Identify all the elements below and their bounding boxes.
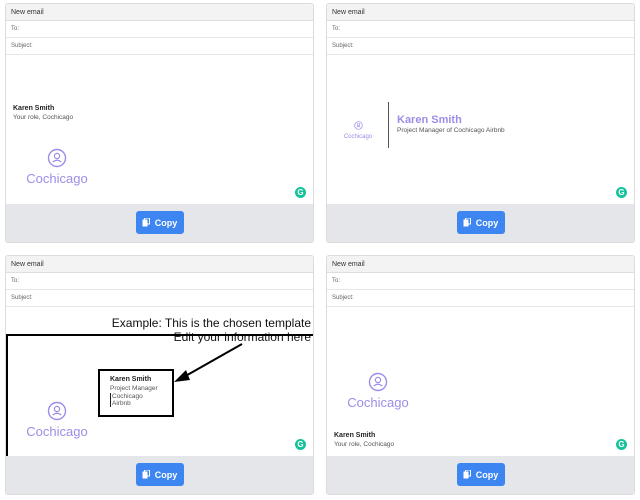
signature-role: Your role, Cochicago <box>13 114 74 121</box>
signature-title: Project Manager <box>110 385 158 392</box>
subject-label: Subject: <box>332 43 354 49</box>
new-email-header: New email <box>6 4 313 21</box>
copy-icon <box>463 470 471 479</box>
copy-label: Copy <box>154 469 178 480</box>
subject-field[interactable]: Subject: <box>327 290 634 307</box>
user-circle-icon <box>368 372 388 392</box>
email-body[interactable]: Cochicago Karen Smith Project Manager of… <box>327 56 634 206</box>
editable-signature-box[interactable]: Karen Smith Project Manager Cochicago Ai… <box>98 369 174 417</box>
subject-label: Subject: <box>332 295 354 301</box>
copy-icon <box>463 218 471 227</box>
grammarly-icon[interactable]: G <box>295 439 306 450</box>
email-template-card-1: New email To: Subject: Karen Smith Your … <box>5 3 314 243</box>
signature-name: Karen Smith <box>110 376 152 383</box>
subject-field[interactable]: Subject: <box>6 38 313 55</box>
subject-field[interactable]: Subject: <box>327 38 634 55</box>
annotation-line-1: Example: This is the chosen template <box>111 316 311 330</box>
copy-label: Copy <box>475 469 499 480</box>
annotation-text: Example: This is the chosen template Edi… <box>76 316 311 344</box>
email-body[interactable]: Cochicago Karen Smith Your role, Cochica… <box>327 308 634 458</box>
company-logo: Cochicago <box>345 372 411 410</box>
new-email-header: New email <box>6 256 313 273</box>
new-email-header: New email <box>327 4 634 21</box>
to-field[interactable]: To: <box>327 273 634 290</box>
company-logo: Cochicago <box>341 117 375 140</box>
signature-role: Project Manager of Cochicago Airbnb <box>397 127 505 134</box>
signature-block: Karen Smith Your role, Cochicago <box>334 432 394 448</box>
to-field[interactable]: To: <box>6 21 313 38</box>
logo-text: Cochicago <box>26 171 88 186</box>
new-email-header: New email <box>327 256 634 273</box>
company-logo: Cochicago <box>24 148 90 186</box>
copy-button[interactable]: Copy <box>456 463 505 486</box>
user-circle-icon <box>47 148 67 168</box>
subject-field[interactable]: Subject: <box>6 290 313 307</box>
to-field[interactable]: To: <box>327 21 634 38</box>
user-circle-icon <box>47 401 67 421</box>
grammarly-icon[interactable]: G <box>616 187 627 198</box>
copy-icon <box>142 470 150 479</box>
card-footer: Copy <box>6 204 313 242</box>
to-label: To: <box>11 278 20 284</box>
signature-name: Karen Smith <box>13 105 55 112</box>
copy-button[interactable]: Copy <box>135 463 184 486</box>
company-logo: Cochicago <box>24 401 90 439</box>
copy-label: Copy <box>154 217 178 228</box>
subject-label: Subject: <box>11 295 33 301</box>
grammarly-icon[interactable]: G <box>295 187 306 198</box>
logo-text: Cochicago <box>347 395 409 410</box>
to-field[interactable]: To: <box>6 273 313 290</box>
card-footer: Copy <box>327 456 634 494</box>
copy-button[interactable]: Copy <box>135 211 184 234</box>
subject-label: Subject: <box>11 43 33 49</box>
annotation-arrow-icon <box>174 343 243 382</box>
signature-name: Karen Smith <box>397 114 462 126</box>
to-label: To: <box>11 26 20 32</box>
card-footer: Copy <box>6 456 313 494</box>
email-body[interactable]: Cochicago Karen Smith Project Manager Co… <box>6 308 313 458</box>
email-body[interactable]: Karen Smith Your role, Cochicago Cochica… <box>6 56 313 206</box>
copy-button[interactable]: Copy <box>456 211 505 234</box>
logo-text: Cochicago <box>343 134 373 140</box>
user-circle-icon <box>353 121 363 130</box>
email-template-card-4: New email To: Subject: Cochicago Karen S… <box>326 255 635 495</box>
signature-role: Your role, Cochicago <box>334 441 395 448</box>
signature-block: Karen Smith Your role, Cochicago <box>13 105 73 121</box>
copy-icon <box>142 218 150 227</box>
signature-divider <box>388 102 389 148</box>
signature-name: Karen Smith <box>334 432 376 439</box>
signature-company: Cochicago Airbnb <box>110 393 162 407</box>
email-template-card-3: New email To: Subject: Cochicago Karen S… <box>5 255 314 495</box>
copy-label: Copy <box>475 217 499 228</box>
email-template-card-2: New email To: Subject: Cochicago Karen S… <box>326 3 635 243</box>
grammarly-icon[interactable]: G <box>616 439 627 450</box>
card-footer: Copy <box>327 204 634 242</box>
to-label: To: <box>332 26 341 32</box>
signature-block: Karen Smith Project Manager of Cochicago… <box>397 114 505 134</box>
logo-text: Cochicago <box>26 424 88 439</box>
to-label: To: <box>332 278 341 284</box>
